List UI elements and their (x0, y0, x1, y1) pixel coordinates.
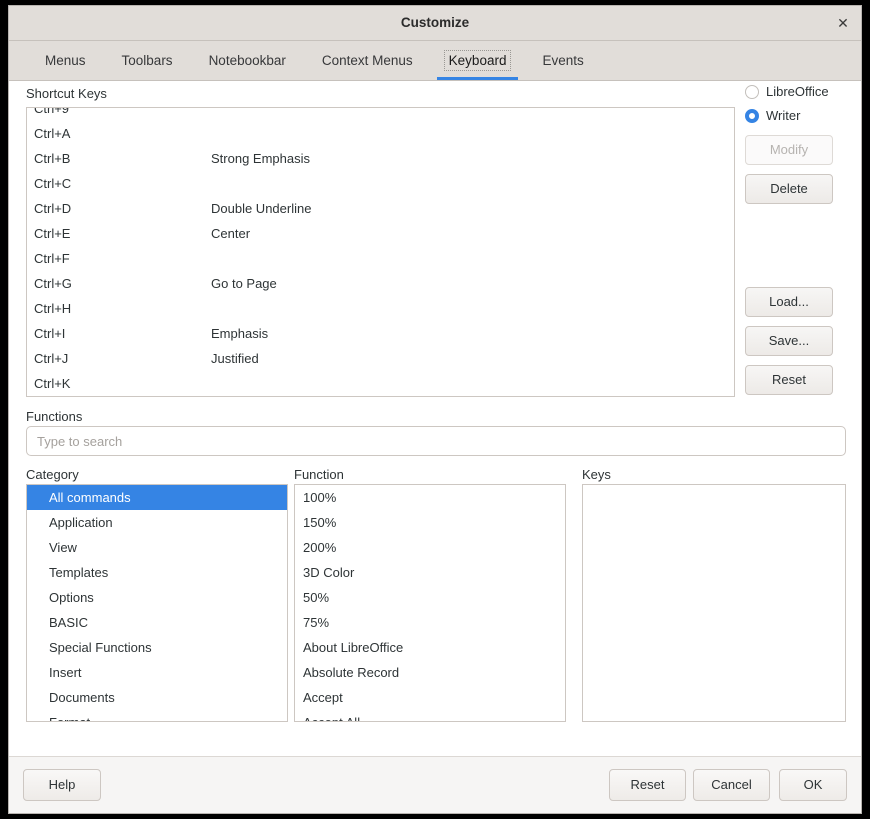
category-list[interactable]: All commandsApplicationViewTemplatesOpti… (26, 484, 288, 722)
list-item[interactable]: Accept (295, 685, 565, 710)
tab-toolbars[interactable]: Toolbars (104, 41, 191, 80)
category-label: Category (26, 467, 79, 482)
modify-button[interactable]: Modify (745, 135, 833, 165)
tab-notebookbar[interactable]: Notebookbar (191, 41, 304, 80)
tab-context-menus[interactable]: Context Menus (304, 41, 431, 80)
search-input[interactable] (26, 426, 846, 456)
functions-label: Functions (26, 409, 82, 424)
shortcut-row[interactable]: Ctrl+9 (27, 107, 734, 121)
list-item[interactable]: 75% (295, 610, 565, 635)
shortcut-key: Ctrl+G (34, 276, 211, 291)
list-item[interactable]: Absolute Record (295, 660, 565, 685)
tab-bar: Menus Toolbars Notebookbar Context Menus Key… (9, 41, 861, 81)
list-item[interactable]: About LibreOffice (295, 635, 565, 660)
function-label: Function (294, 467, 344, 482)
close-icon[interactable]: ✕ (831, 11, 855, 35)
dialog-footer: Help Reset Cancel OK (9, 756, 861, 813)
shortcut-key: Ctrl+K (34, 376, 211, 391)
keys-list[interactable] (582, 484, 846, 722)
shortcut-key: Ctrl+H (34, 301, 211, 316)
keys-label: Keys (582, 467, 611, 482)
tab-label: Keyboard (444, 50, 512, 71)
shortcut-key: Ctrl+9 (34, 107, 211, 116)
shortcut-key: Ctrl+J (34, 351, 211, 366)
tab-menus[interactable]: Menus (27, 41, 104, 80)
tab-label: Menus (45, 53, 86, 68)
tab-keyboard[interactable]: Keyboard (431, 41, 525, 80)
list-item[interactable]: Documents (27, 685, 287, 710)
list-item[interactable]: Insert (27, 660, 287, 685)
load-button[interactable]: Load... (745, 287, 833, 317)
list-item[interactable]: 100% (295, 485, 565, 510)
customize-dialog: Customize ✕ Menus Toolbars Notebookbar Cont… (8, 5, 862, 814)
shortcut-keys-list[interactable]: Ctrl+9Ctrl+ACtrl+BStrong EmphasisCtrl+CC… (26, 107, 735, 397)
list-item[interactable]: Options (27, 585, 287, 610)
shortcut-key: Ctrl+I (34, 326, 211, 341)
shortcut-row[interactable]: Ctrl+C (27, 171, 734, 196)
list-item[interactable]: 50% (295, 585, 565, 610)
shortcut-row[interactable]: Ctrl+H (27, 296, 734, 321)
shortcut-row[interactable]: Ctrl+IEmphasis (27, 321, 734, 346)
title-bar: Customize ✕ (9, 6, 861, 41)
list-item[interactable]: Templates (27, 560, 287, 585)
shortcut-key: Ctrl+B (34, 151, 211, 166)
shortcut-row[interactable]: Ctrl+GGo to Page (27, 271, 734, 296)
list-item[interactable]: Accept All (295, 710, 565, 722)
shortcut-key: Ctrl+E (34, 226, 211, 241)
reset-shortcuts-button[interactable]: Reset (745, 365, 833, 395)
list-item[interactable]: Special Functions (27, 635, 287, 660)
keyboard-scope-panel: LibreOfficeWriter Modify Delete Load... … (745, 81, 855, 404)
scope-radio-libreoffice[interactable]: LibreOffice (745, 81, 855, 102)
tab-label: Context Menus (322, 53, 413, 68)
shortcut-key: Ctrl+C (34, 176, 211, 191)
tab-events[interactable]: Events (524, 41, 601, 80)
scope-radio-writer[interactable]: Writer (745, 105, 855, 126)
list-item[interactable]: View (27, 535, 287, 560)
scope-radio-label: LibreOffice (766, 84, 829, 99)
shortcut-key: Ctrl+A (34, 126, 211, 141)
help-button[interactable]: Help (23, 769, 101, 801)
reset-button[interactable]: Reset (609, 769, 686, 801)
scope-radio-label: Writer (766, 108, 800, 123)
shortcut-row[interactable]: Ctrl+BStrong Emphasis (27, 146, 734, 171)
list-item[interactable]: 150% (295, 510, 565, 535)
shortcut-command: Justified (211, 351, 734, 366)
tab-label: Toolbars (122, 53, 173, 68)
shortcut-command: Go to Page (211, 276, 734, 291)
shortcut-command: Strong Emphasis (211, 151, 734, 166)
shortcut-command: Emphasis (211, 326, 734, 341)
list-item[interactable]: 3D Color (295, 560, 565, 585)
radio-icon[interactable] (745, 85, 759, 99)
radio-icon[interactable] (745, 109, 759, 123)
ok-button[interactable]: OK (779, 769, 847, 801)
cancel-button[interactable]: Cancel (693, 769, 770, 801)
list-item[interactable]: Format (27, 710, 287, 722)
shortcut-row[interactable]: Ctrl+F (27, 246, 734, 271)
delete-button[interactable]: Delete (745, 174, 833, 204)
list-item[interactable]: Application (27, 510, 287, 535)
shortcut-row[interactable]: Ctrl+ECenter (27, 221, 734, 246)
shortcut-key: Ctrl+F (34, 251, 211, 266)
shortcut-row[interactable]: Ctrl+DDouble Underline (27, 196, 734, 221)
list-item[interactable]: BASIC (27, 610, 287, 635)
function-list[interactable]: 100%150%200%3D Color50%75%About LibreOff… (294, 484, 566, 722)
shortcut-command: Double Underline (211, 201, 734, 216)
save-button[interactable]: Save... (745, 326, 833, 356)
list-item[interactable]: All commands (27, 485, 287, 510)
shortcut-row[interactable]: Ctrl+A (27, 121, 734, 146)
window-title: Customize (9, 6, 861, 40)
tab-label: Notebookbar (209, 53, 286, 68)
shortcut-row[interactable]: Ctrl+JJustified (27, 346, 734, 371)
list-item[interactable]: 200% (295, 535, 565, 560)
tab-label: Events (542, 53, 583, 68)
shortcut-key: Ctrl+D (34, 201, 211, 216)
shortcut-command: Center (211, 226, 734, 241)
dialog-content: Shortcut Keys Ctrl+9 Ctrl+A Ctrl+BStrong E… (9, 81, 861, 756)
shortcut-row[interactable]: Ctrl+K (27, 371, 734, 396)
shortcut-keys-label: Shortcut Keys (26, 86, 107, 101)
